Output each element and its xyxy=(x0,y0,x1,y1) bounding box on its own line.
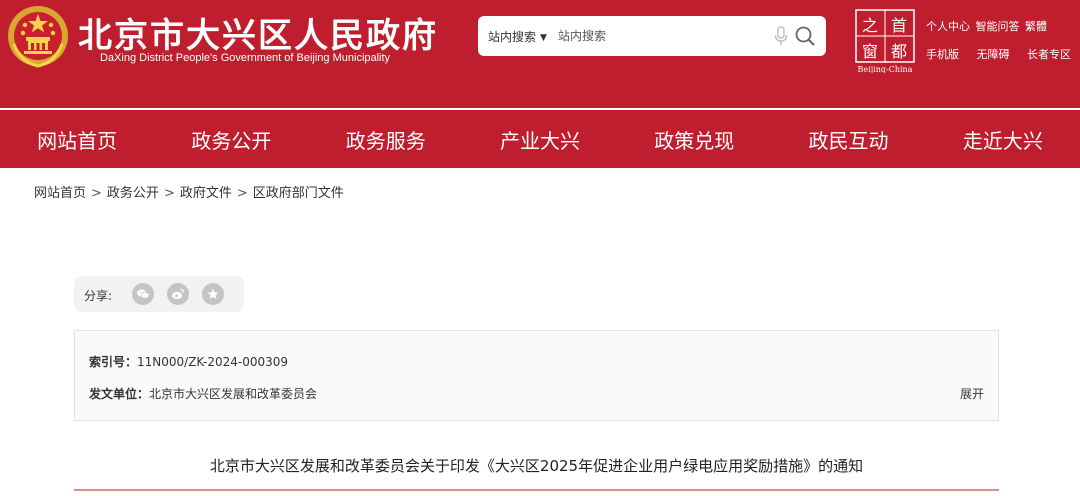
capital-window-logo[interactable]: 首 都 之 窗 Beijing-China xyxy=(855,9,915,73)
share-bar: 分享: xyxy=(74,276,244,312)
share-favorite-button[interactable] xyxy=(202,283,224,305)
toplink-mobile[interactable]: 手机版 xyxy=(926,48,959,61)
nav-item-policy-redemption[interactable]: 政策兑现 xyxy=(617,125,771,154)
main-nav: 网站首页 政务公开 政务服务 产业大兴 政策兑现 政民互动 走近大兴 xyxy=(0,110,1080,168)
site-title: 北京市大兴区人民政府 xyxy=(78,16,438,56)
share-wechat-button[interactable] xyxy=(132,283,154,305)
breadcrumb-item[interactable]: 网站首页 xyxy=(34,186,86,201)
search-scope-label: 站内搜索 xyxy=(488,30,537,44)
meta-issuer-value: 北京市大兴区发展和改革委员会 xyxy=(149,387,318,401)
site-subtitle: DaXing District People's Government of B… xyxy=(100,52,391,64)
capital-logo-char: 窗 xyxy=(862,42,878,61)
capital-logo-char: 首 xyxy=(891,16,907,35)
document-title: 北京市大兴区发展和改革委员会关于印发《大兴区2025年促进企业用户绿电应用奖励措… xyxy=(209,457,864,475)
national-emblem-icon xyxy=(8,6,68,68)
toplink-personal-center[interactable]: 个人中心 xyxy=(926,20,970,33)
breadcrumb-item[interactable]: 政务公开 xyxy=(107,186,159,201)
nav-item-government-affairs[interactable]: 政务公开 xyxy=(154,125,308,154)
toplink-smart-qa[interactable]: 智能问答 xyxy=(976,20,1020,33)
search-box: 站内搜索 ▼ xyxy=(478,16,826,56)
nav-item-industry[interactable]: 产业大兴 xyxy=(463,125,617,154)
top-links-secondary: 手机版 无障碍 长者专区 xyxy=(926,46,1076,62)
nav-item-about-daxing[interactable]: 走近大兴 xyxy=(926,125,1080,154)
caret-down-icon: ▼ xyxy=(540,33,547,43)
meta-expand-button[interactable]: 展开 xyxy=(960,385,984,402)
search-scope-dropdown[interactable]: 站内搜索 ▼ xyxy=(488,28,547,45)
meta-index-row: 索引号：11N000/ZK-2024-000309 xyxy=(89,353,288,370)
nav-item-government-services[interactable]: 政务服务 xyxy=(309,125,463,154)
title-divider xyxy=(74,489,999,491)
toplink-accessibility[interactable]: 无障碍 xyxy=(977,48,1010,61)
breadcrumb: 网站首页 > 政务公开 > 政府文件 > 区政府部门文件 xyxy=(34,182,344,201)
breadcrumb-separator: > xyxy=(163,186,175,201)
toplink-elderly[interactable]: 长者专区 xyxy=(1027,48,1071,61)
toplink-traditional-chinese[interactable]: 繁體 xyxy=(1025,20,1047,33)
capital-logo-char: 都 xyxy=(891,42,907,61)
microphone-icon[interactable] xyxy=(774,26,788,46)
breadcrumb-item[interactable]: 政府文件 xyxy=(180,186,232,201)
document-meta-box: 索引号：11N000/ZK-2024-000309 发文单位：北京市大兴区发展和… xyxy=(74,330,999,421)
breadcrumb-item[interactable]: 区政府部门文件 xyxy=(253,186,344,201)
top-links: 个人中心 智能问答 繁體 xyxy=(926,18,1076,34)
star-icon xyxy=(207,288,219,299)
weibo-icon xyxy=(172,288,185,300)
meta-index-value: 11N000/ZK-2024-000309 xyxy=(137,355,289,369)
wechat-icon xyxy=(137,289,150,299)
search-icon[interactable] xyxy=(794,25,816,47)
search-input[interactable] xyxy=(558,24,738,48)
meta-issuer-label: 发文单位： xyxy=(89,387,150,401)
nav-item-interaction[interactable]: 政民互动 xyxy=(771,125,925,154)
nav-item-home[interactable]: 网站首页 xyxy=(0,125,154,154)
meta-index-label: 索引号： xyxy=(89,355,138,369)
meta-issuer-row: 发文单位：北京市大兴区发展和改革委员会 xyxy=(89,385,317,402)
share-weibo-button[interactable] xyxy=(167,283,189,305)
capital-logo-caption: Beijing-China xyxy=(858,65,913,73)
site-header: 北京市大兴区人民政府 DaXing District People's Gove… xyxy=(0,0,1080,108)
breadcrumb-separator: > xyxy=(236,186,248,201)
share-label: 分享: xyxy=(84,289,113,303)
capital-logo-char: 之 xyxy=(862,16,878,35)
breadcrumb-separator: > xyxy=(91,186,102,201)
